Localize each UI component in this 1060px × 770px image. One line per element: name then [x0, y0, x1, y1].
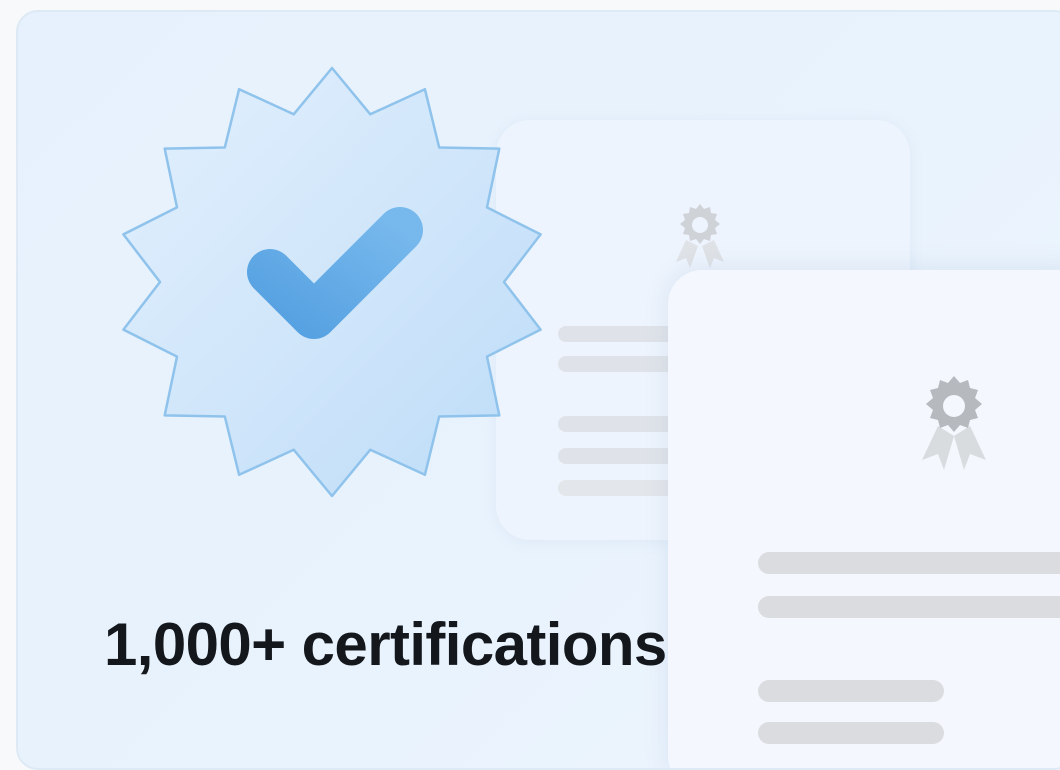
placeholder-line [758, 552, 1060, 574]
placeholder-line [758, 596, 1060, 618]
placeholder-line [758, 680, 944, 702]
certifications-card[interactable]: 1,000+ certifications [16, 10, 1060, 770]
placeholder-line [758, 722, 944, 744]
certifications-count-headline: 1,000+ certifications [104, 611, 667, 678]
certificate-preview-front [668, 270, 1060, 768]
award-ribbon-icon [922, 376, 986, 470]
verified-check-badge-icon [122, 66, 542, 498]
